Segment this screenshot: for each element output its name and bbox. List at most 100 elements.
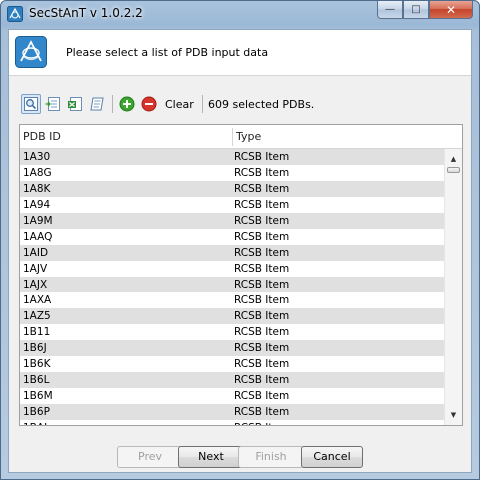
cell-type: RCSB Item (234, 230, 290, 243)
window-title: SecStAnT v 1.0.2.2 (29, 6, 143, 20)
excel-import-button[interactable] (65, 94, 85, 114)
cell-type: RCSB Item (234, 246, 290, 259)
cell-type: RCSB Item (234, 278, 290, 291)
table-row[interactable]: 1AID RCSB Item (20, 244, 444, 261)
app-icon (7, 6, 23, 22)
scroll-up-arrow-icon[interactable]: ▲ (445, 152, 462, 166)
app-logo-icon (15, 36, 47, 68)
pdb-table: PDB ID Type 1A30 RCSB Item 1A8G RCSB Item 1A… (19, 124, 463, 426)
table-row[interactable]: 1A8K RCSB Item (20, 180, 444, 197)
wizard-instruction: Please select a list of PDB input data (66, 46, 269, 59)
maximize-button[interactable]: □ (403, 1, 429, 19)
script-icon (90, 97, 104, 111)
script-button[interactable] (87, 94, 107, 114)
remove-icon (141, 96, 157, 112)
scrollbar-thumb[interactable] (447, 167, 460, 173)
prev-button[interactable]: Prev (117, 446, 183, 468)
table-row[interactable]: 1B6M RCSB Item (20, 388, 444, 404)
cell-type: RCSB Item (234, 358, 290, 371)
cell-type: RCSB Item (234, 198, 290, 211)
cell-type: RCSB Item (234, 326, 290, 339)
add-icon (119, 96, 135, 112)
selected-count: 609 selected PDBs. (208, 98, 315, 111)
table-row[interactable]: 1AJX RCSB Item (20, 276, 444, 293)
import-list-button[interactable] (43, 94, 63, 114)
table-row[interactable]: 1AZ5 RCSB Item (20, 308, 444, 325)
cell-pdb-id: 1A9M (23, 214, 53, 227)
cell-type: RCSB Item (234, 151, 290, 163)
remove-button[interactable] (139, 94, 159, 114)
table-row[interactable]: 1B6J RCSB Item (20, 340, 444, 357)
close-button[interactable]: ✕ (429, 1, 473, 19)
cell-pdb-id: 1B6J (23, 342, 47, 355)
cell-type: RCSB Item (234, 342, 290, 355)
cell-pdb-id: 1AZ5 (23, 310, 51, 323)
cell-type: RCSB Item (234, 390, 290, 403)
add-button[interactable] (117, 94, 137, 114)
column-header-pdb-id[interactable]: PDB ID (20, 125, 232, 149)
title-bar[interactable]: SecStAnT v 1.0.2.2 — □ ✕ (1, 1, 479, 27)
cell-type: RCSB Item (234, 310, 290, 323)
import-list-icon (45, 97, 60, 111)
cancel-button[interactable]: Cancel (301, 446, 363, 468)
toolbar: Clear 609 selected PDBs. (19, 92, 463, 116)
cell-type: RCSB Item (234, 420, 289, 425)
cell-pdb-id: 1A8K (23, 182, 51, 195)
table-row[interactable]: 1A94 RCSB Item (20, 197, 444, 213)
table-row[interactable]: 1B6L RCSB Item (20, 372, 444, 389)
cell-type: RCSB Item (234, 182, 290, 195)
close-icon: ✕ (445, 2, 457, 17)
window-controls: — □ ✕ (377, 1, 473, 20)
cell-pdb-id: 1AID (23, 246, 49, 259)
clear-button[interactable]: Clear (165, 98, 194, 111)
table-row[interactable]: 1AXA RCSB Item (20, 292, 444, 308)
table-row[interactable]: 1AAQ RCSB Item (20, 229, 444, 245)
vertical-scrollbar[interactable]: ▲ ▼ (444, 149, 462, 425)
table-header: PDB ID Type (20, 125, 462, 149)
cell-pdb-id: 1AAQ (23, 230, 53, 243)
cell-type: RCSB Item (234, 294, 290, 307)
app-window: SecStAnT v 1.0.2.2 — □ ✕ Please select a… (0, 0, 480, 480)
cell-type: RCSB Item (234, 262, 290, 275)
cell-pdb-id: 1AJV (23, 262, 48, 275)
cell-pdb-id: 1A30 (23, 151, 51, 163)
table-row[interactable]: 1B11 RCSB Item (20, 324, 444, 340)
cell-pdb-id: 1B6L (23, 374, 50, 387)
cell-pdb-id: 1A8G (23, 166, 52, 179)
wizard-buttons: Prev Next Finish Cancel (9, 440, 471, 468)
search-button[interactable] (21, 94, 41, 114)
next-button[interactable]: Next (178, 446, 244, 468)
cell-type: RCSB Item (234, 406, 290, 418)
table-body: 1A30 RCSB Item 1A8G RCSB Item 1A8K RCSB Item 1… (20, 149, 444, 425)
table-row[interactable]: 1B6K RCSB Item (20, 356, 444, 372)
finish-button[interactable]: Finish (238, 446, 304, 468)
search-icon (24, 97, 38, 111)
minimize-icon: — (385, 4, 395, 15)
toolbar-separator (202, 95, 203, 113)
table-row[interactable]: 1B6P RCSB Item (20, 404, 444, 420)
table-row[interactable]: 1AJV RCSB Item (20, 261, 444, 277)
cell-type: RCSB Item (234, 166, 290, 179)
cell-pdb-id: 1B11 (23, 326, 51, 339)
scroll-down-arrow-icon[interactable]: ▼ (445, 408, 462, 422)
table-row[interactable]: 1A9M RCSB Item (20, 212, 444, 229)
cell-pdb-id: 1AJX (23, 278, 48, 291)
cell-type: RCSB Item (234, 214, 290, 227)
cell-pdb-id: 1B6P (23, 406, 50, 418)
cell-pdb-id: 1B6M (23, 390, 53, 403)
cell-pdb-id: 1BAI (23, 420, 47, 425)
cell-type: RCSB Item (234, 374, 290, 387)
minimize-button[interactable]: — (377, 1, 403, 19)
table-row[interactable]: 1A30 RCSB Item (20, 149, 444, 165)
column-header-type[interactable]: Type (233, 125, 443, 149)
table-row[interactable]: 1BAI RCSB Item (20, 420, 444, 425)
excel-import-icon (68, 97, 82, 111)
table-row[interactable]: 1A8G RCSB Item (20, 165, 444, 181)
wizard-header: Please select a list of PDB input data (9, 30, 471, 76)
maximize-icon: □ (411, 4, 421, 15)
cell-pdb-id: 1A94 (23, 198, 51, 211)
toolbar-separator (112, 95, 113, 113)
dialog-content: Please select a list of PDB input data C… (8, 29, 472, 473)
cell-pdb-id: 1AXA (23, 294, 52, 307)
cell-pdb-id: 1B6K (23, 358, 51, 371)
